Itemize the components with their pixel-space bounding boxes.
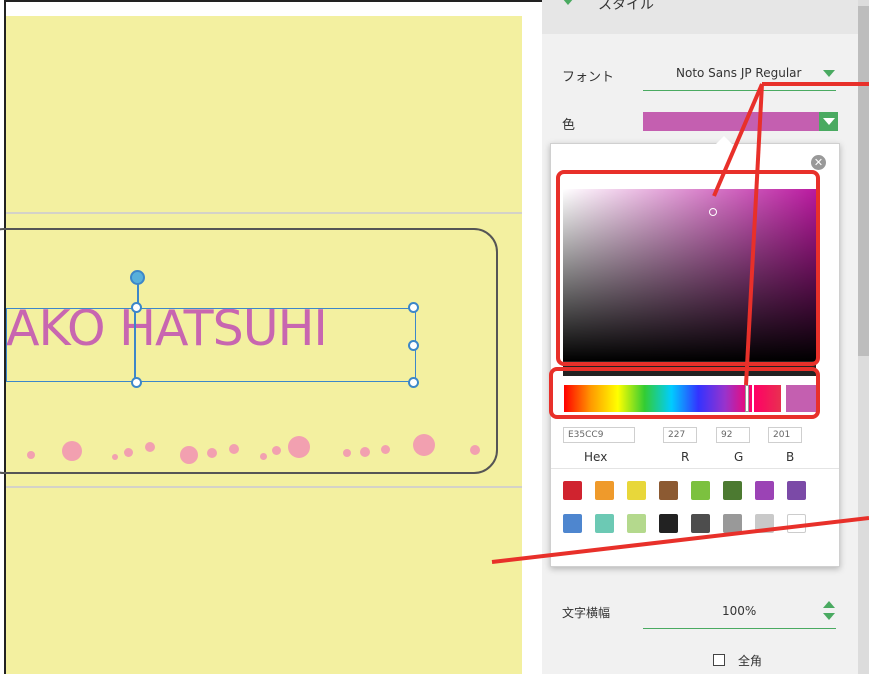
annotation-line — [491, 516, 869, 564]
annotation-line — [712, 83, 764, 197]
annotation-line — [744, 83, 764, 386]
annotation-arrows — [491, 82, 869, 564]
